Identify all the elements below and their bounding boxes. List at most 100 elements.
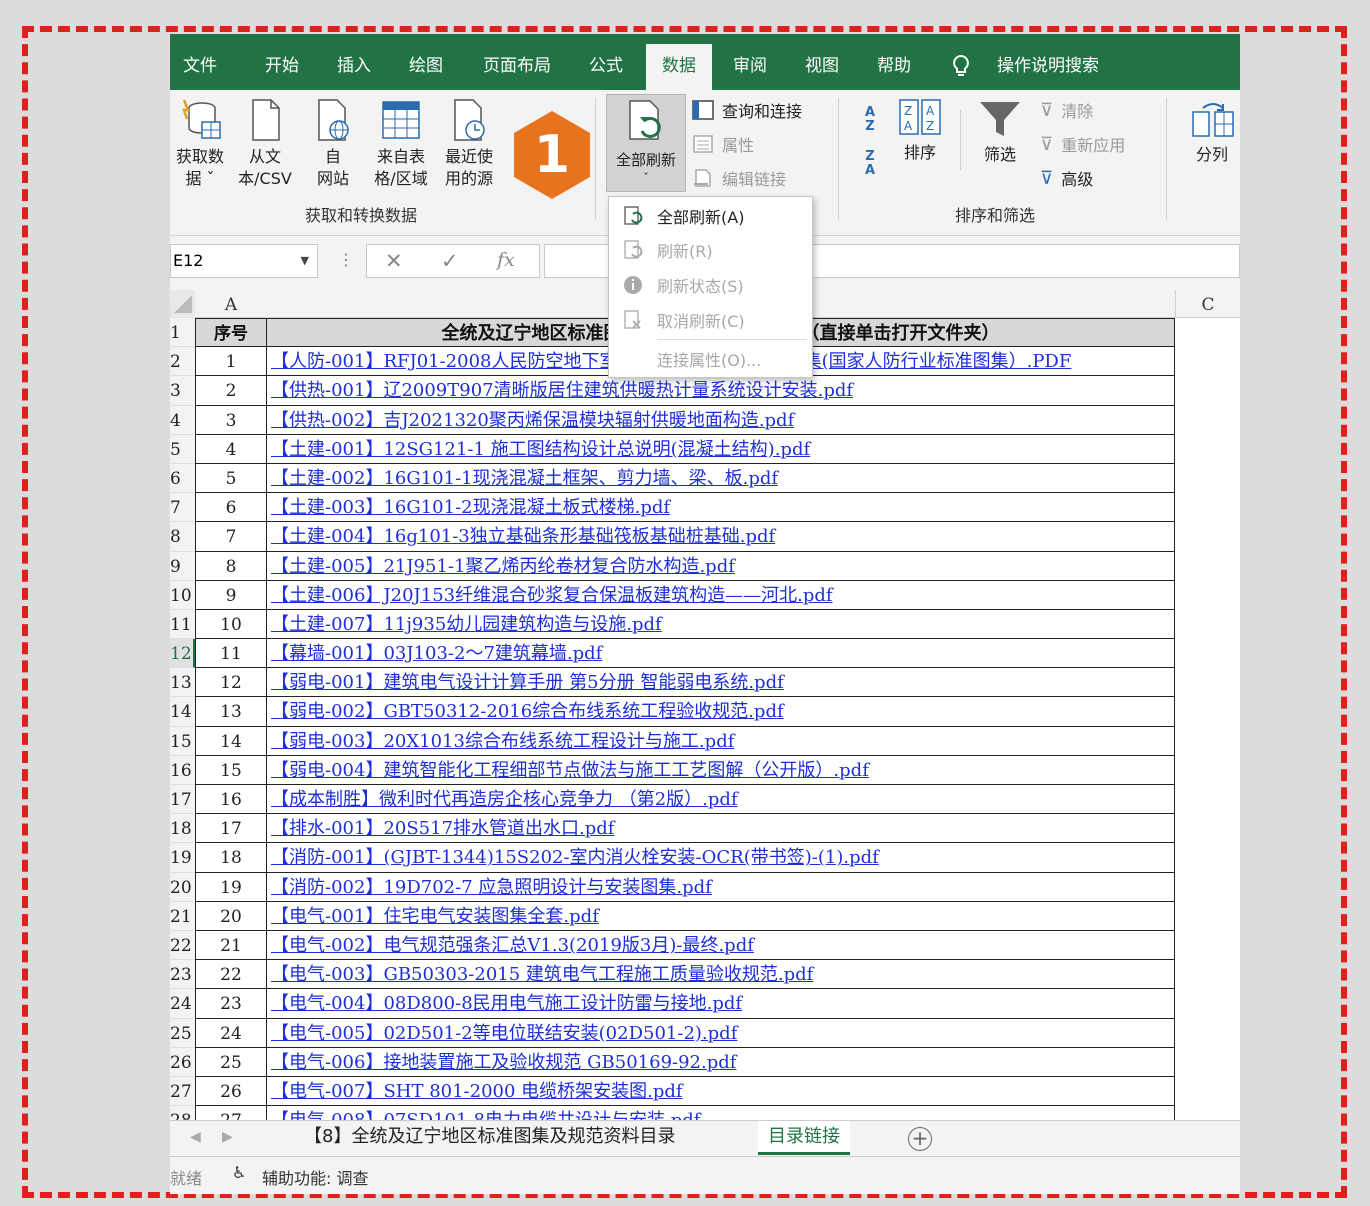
cell-index[interactable]: 10 xyxy=(195,609,267,640)
from-text-csv-button[interactable]: 从文 本/CSV xyxy=(232,98,298,190)
cell-index[interactable]: 3 xyxy=(195,405,267,435)
column-header-a[interactable]: A xyxy=(195,290,267,318)
row-number[interactable]: 11 xyxy=(170,609,195,640)
menu-item-refresh-all[interactable]: 全部刷新(A) xyxy=(609,199,814,233)
sheet-tab-links[interactable]: 目录链接 xyxy=(758,1121,850,1155)
tab-scroll-left-icon[interactable]: ◀ xyxy=(190,1129,201,1145)
hyperlink-cell[interactable]: 【土建-002】16G101-1现浇混凝土框架、剪力墙、梁、板.pdf xyxy=(267,463,1175,494)
row-number[interactable]: 24 xyxy=(170,989,195,1019)
reapply-button[interactable]: ⊽ 重新应用 xyxy=(1040,132,1125,156)
hyperlink-cell[interactable]: 【电气-006】接地装置施工及验收规范 GB50169-92.pdf xyxy=(267,1047,1175,1077)
cell-index[interactable]: 17 xyxy=(195,814,267,844)
text-to-columns-button[interactable]: 分列 xyxy=(1182,100,1240,166)
row-number[interactable]: 26 xyxy=(170,1047,195,1077)
menu-item-refresh[interactable]: 刷新(R) xyxy=(609,233,814,267)
tab-home[interactable]: 开始 xyxy=(250,34,314,90)
tab-view[interactable]: 视图 xyxy=(790,34,854,90)
menu-item-cancel-refresh[interactable]: 取消刷新(C) xyxy=(609,303,814,337)
tab-review[interactable]: 审阅 xyxy=(718,34,782,90)
hyperlink-cell[interactable]: 【电气-002】电气规范强条汇总V1.3(2019版3月)-最终.pdf xyxy=(267,930,1175,961)
row-number[interactable]: 5 xyxy=(170,434,195,464)
header-cell-index[interactable]: 序号 xyxy=(195,318,267,348)
hyperlink-cell[interactable]: 【土建-004】16g101-3独立基础条形基础筏板基础桩基础.pdf xyxy=(267,522,1175,552)
insert-function-icon[interactable]: fx xyxy=(497,249,515,271)
sort-za-icon[interactable]: ZA xyxy=(856,150,884,178)
get-data-button[interactable]: 获取数 据 ˇ xyxy=(170,98,230,190)
tab-insert[interactable]: 插入 xyxy=(322,34,386,90)
sort-az-icon[interactable]: AZ xyxy=(856,106,884,134)
column-header-c[interactable]: C xyxy=(1175,290,1240,318)
row-number[interactable]: 20 xyxy=(170,872,195,902)
advanced-filter-button[interactable]: ⊽ 高级 xyxy=(1040,166,1093,190)
name-box[interactable]: E12 ▼ xyxy=(170,244,318,278)
from-web-button[interactable]: 自 网站 xyxy=(308,98,358,190)
cell-index[interactable]: 24 xyxy=(195,1018,267,1048)
cell-index[interactable]: 5 xyxy=(195,463,267,494)
row-number[interactable]: 18 xyxy=(170,814,195,844)
cell-index[interactable]: 14 xyxy=(195,726,267,756)
cell-index[interactable]: 1 xyxy=(195,347,267,377)
row-number[interactable]: 27 xyxy=(170,1076,195,1107)
row-number[interactable]: 25 xyxy=(170,1018,195,1048)
cell-index[interactable]: 12 xyxy=(195,668,267,698)
row-number[interactable]: 1 xyxy=(170,318,195,348)
hyperlink-cell[interactable]: 【弱电-001】建筑电气设计计算手册 第5分册 智能弱电系统.pdf xyxy=(267,668,1175,698)
filter-button[interactable]: 筛选 xyxy=(970,100,1030,166)
row-number[interactable]: 3 xyxy=(170,376,195,406)
row-number[interactable]: 17 xyxy=(170,785,195,815)
row-number[interactable]: 7 xyxy=(170,493,195,523)
cell-index[interactable]: 8 xyxy=(195,551,267,581)
hyperlink-cell[interactable]: 【弱电-002】GBT50312-2016综合布线系统工程验收规范.pdf xyxy=(267,697,1175,727)
cell-index[interactable]: 15 xyxy=(195,755,267,785)
from-table-range-button[interactable]: 来自表 格/区域 xyxy=(368,98,434,190)
enter-icon[interactable]: ✓ xyxy=(441,249,459,273)
cell-index[interactable]: 16 xyxy=(195,785,267,815)
hyperlink-cell[interactable]: 【电气-003】GB50303-2015 建筑电气工程施工质量验收规范.pdf xyxy=(267,960,1175,990)
tab-formulas[interactable]: 公式 xyxy=(574,34,638,90)
cell-index[interactable]: 20 xyxy=(195,901,267,931)
hyperlink-cell[interactable]: 【电气-004】08D800-8民用电气施工设计防雷与接地.pdf xyxy=(267,989,1175,1019)
tell-me-search[interactable]: 操作说明搜索 xyxy=(988,34,1108,90)
sort-button[interactable]: ZAAZ 排序 xyxy=(894,98,946,164)
clear-filter-button[interactable]: ⊽ 清除 xyxy=(1040,98,1093,122)
hyperlink-cell[interactable]: 【土建-006】J20J153纤维混合砂浆复合保温板建筑构造——河北.pdf xyxy=(267,580,1175,610)
row-number[interactable]: 2 xyxy=(170,347,195,377)
cell-index[interactable]: 18 xyxy=(195,843,267,873)
cell-index[interactable]: 21 xyxy=(195,930,267,961)
cell-index[interactable]: 7 xyxy=(195,522,267,552)
hyperlink-cell[interactable]: 【电气-001】住宅电气安装图集全套.pdf xyxy=(267,901,1175,931)
cell-index[interactable]: 26 xyxy=(195,1076,267,1107)
cell-index[interactable]: 13 xyxy=(195,697,267,727)
row-number[interactable]: 10 xyxy=(170,580,195,610)
hyperlink-cell[interactable]: 【幕墙-001】03J103-2～7建筑幕墙.pdf xyxy=(267,639,1175,669)
properties-button[interactable]: 属性 xyxy=(692,132,754,156)
hyperlink-cell[interactable]: 【供热-002】吉J2021320聚丙烯保温模块辐射供暖地面构造.pdf xyxy=(267,405,1175,435)
menu-item-refresh-status[interactable]: 刷新状态(S) xyxy=(609,268,814,302)
hyperlink-cell[interactable]: 【土建-001】12SG121-1 施工图结构设计总说明(混凝土结构).pdf xyxy=(267,434,1175,464)
row-number[interactable]: 4 xyxy=(170,405,195,435)
row-number[interactable]: 8 xyxy=(170,522,195,552)
row-number[interactable]: 19 xyxy=(170,843,195,873)
cell-index[interactable]: 4 xyxy=(195,434,267,464)
menu-item-connection-properties[interactable]: 连接属性(O)... xyxy=(609,342,814,376)
cell-index[interactable]: 22 xyxy=(195,960,267,990)
hyperlink-cell[interactable]: 【成本制胜】微利时代再造房企核心竞争力 （第2版）.pdf xyxy=(267,785,1175,815)
tab-file[interactable]: 文件 xyxy=(170,34,230,90)
row-number[interactable]: 28 xyxy=(170,1106,195,1120)
hyperlink-cell[interactable]: 【土建-003】16G101-2现浇混凝土板式楼梯.pdf xyxy=(267,493,1175,523)
tab-data[interactable]: 数据 xyxy=(646,44,712,90)
hyperlink-cell[interactable]: 【供热-001】辽2009T907清晰版居住建筑供暖热计量系统设计安装.pdf xyxy=(267,376,1175,406)
cell-index[interactable]: 23 xyxy=(195,989,267,1019)
edit-links-button[interactable]: 编辑链接 xyxy=(692,166,786,190)
row-number[interactable]: 16 xyxy=(170,755,195,785)
row-number[interactable]: 6 xyxy=(170,463,195,494)
cell-index[interactable]: 11 xyxy=(195,639,267,669)
select-all-corner[interactable] xyxy=(170,290,195,318)
row-number[interactable]: 12 xyxy=(170,639,195,669)
cell-index[interactable]: 6 xyxy=(195,493,267,523)
hyperlink-cell[interactable]: 【排水-001】20S517排水管道出水口.pdf xyxy=(267,814,1175,844)
cell-index[interactable]: 19 xyxy=(195,872,267,902)
row-number[interactable]: 13 xyxy=(170,668,195,698)
hyperlink-cell[interactable]: 【消防-002】19D702-7 应急照明设计与安装图集.pdf xyxy=(267,872,1175,902)
cell-index[interactable]: 27 xyxy=(195,1106,267,1120)
